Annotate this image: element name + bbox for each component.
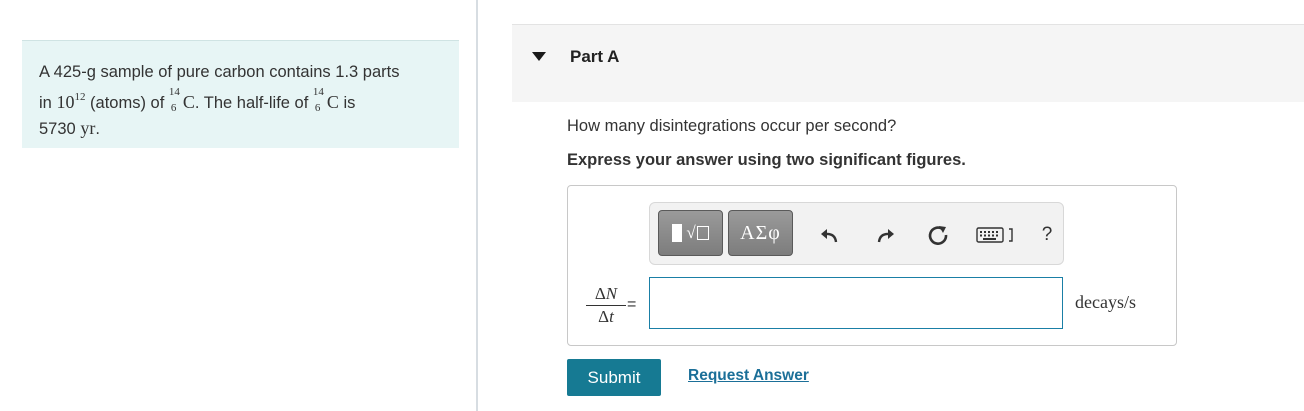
power-base: 10 bbox=[56, 92, 75, 112]
answer-input[interactable] bbox=[649, 277, 1063, 329]
math-toolbar: √ ΑΣφ ? bbox=[649, 202, 1064, 265]
part-title: Part A bbox=[570, 47, 620, 66]
reset-icon[interactable] bbox=[926, 223, 950, 247]
problem-line-3: 5730 yr. bbox=[39, 118, 100, 138]
help-icon[interactable]: ? bbox=[1035, 223, 1059, 247]
halflife-unit: yr bbox=[80, 118, 96, 138]
collapse-caret-icon[interactable] bbox=[532, 52, 546, 61]
halflife-value: 5730 bbox=[39, 120, 76, 138]
keyboard-icon[interactable] bbox=[976, 223, 1016, 247]
units-label: decays/s bbox=[1075, 292, 1136, 312]
isotope-notation-2: 14 6 bbox=[312, 86, 324, 114]
problem-statement: A 425-g sample of pure carbon contains 1… bbox=[22, 40, 459, 148]
question-text: How many disintegrations occur per secon… bbox=[567, 117, 897, 135]
answer-box: √ ΑΣφ ? ΔN Δt = decays/s bbox=[567, 185, 1177, 346]
sqrt-icon: √ bbox=[686, 223, 696, 242]
instruction-text: Express your answer using two significan… bbox=[567, 151, 966, 169]
template-block-icon bbox=[672, 224, 683, 242]
part-header[interactable]: Part A bbox=[512, 24, 1304, 102]
submit-button[interactable]: Submit bbox=[567, 359, 661, 396]
fraction-numerator: ΔN bbox=[586, 284, 626, 306]
isotope-notation: 14 6 bbox=[168, 86, 180, 114]
greek-symbols-button[interactable]: ΑΣφ bbox=[728, 210, 793, 256]
power-exponent: 12 bbox=[74, 91, 86, 103]
rate-fraction: ΔN Δt bbox=[586, 284, 626, 327]
problem-line-2: in 1012 (atoms) of 14 6 C. The half-life o… bbox=[39, 86, 356, 114]
request-answer-link[interactable]: Request Answer bbox=[688, 367, 809, 385]
undo-icon[interactable] bbox=[818, 223, 842, 247]
panel-divider bbox=[476, 0, 478, 411]
redo-icon[interactable] bbox=[873, 223, 897, 247]
fraction-denominator: Δt bbox=[598, 307, 614, 326]
equals-sign: = bbox=[627, 296, 637, 313]
templates-button[interactable]: √ bbox=[658, 210, 723, 256]
template-box-icon bbox=[696, 226, 709, 240]
problem-line-1: A 425-g sample of pure carbon contains 1… bbox=[39, 63, 400, 81]
